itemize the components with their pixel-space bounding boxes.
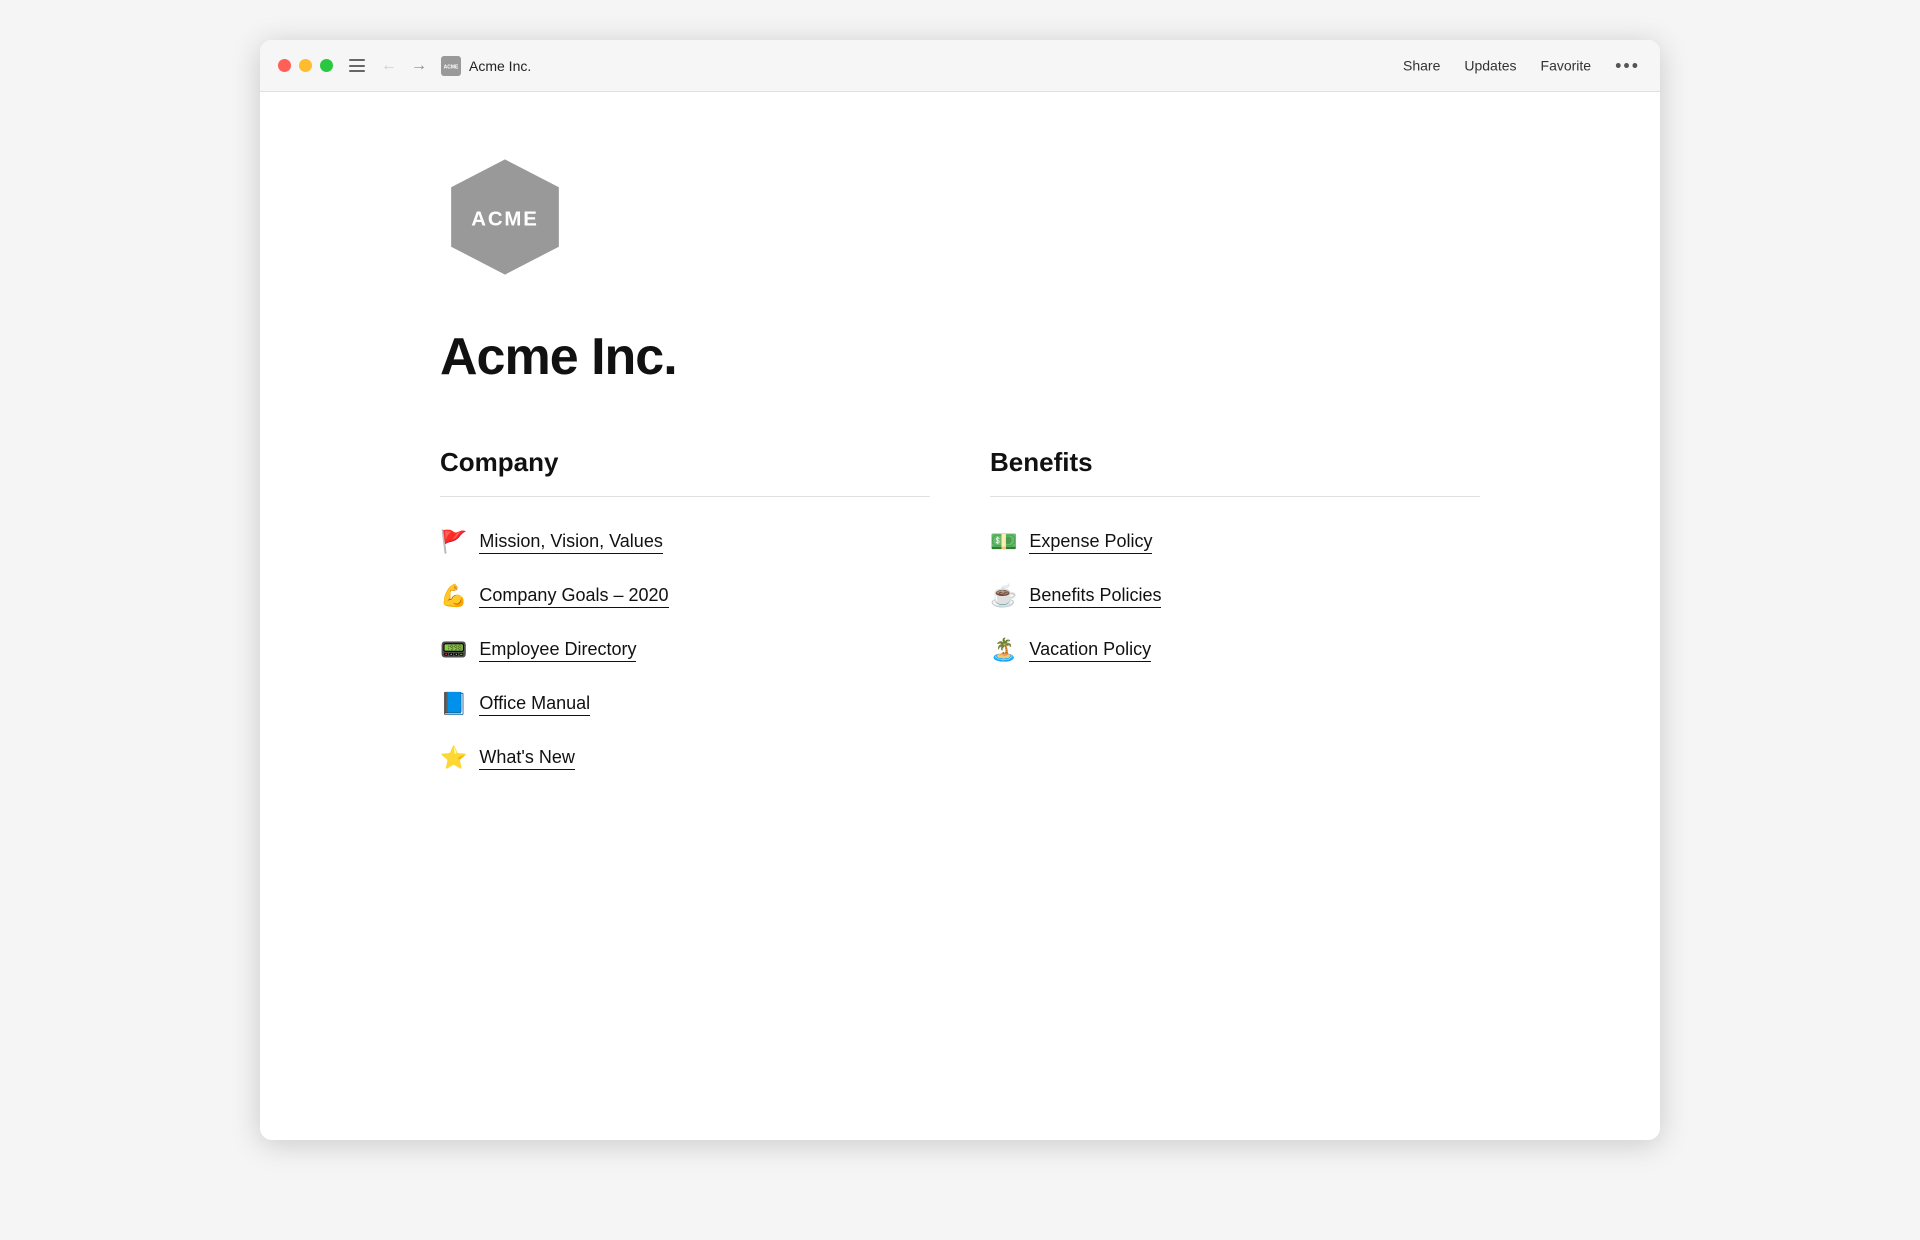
whatsnew-icon: ⭐ (440, 745, 467, 771)
company-link-list: 🚩 Mission, Vision, Values 💪 Company Goal… (440, 515, 930, 785)
whatsnew-link: What's New (479, 747, 574, 770)
list-item[interactable]: 💵 Expense Policy (990, 515, 1480, 569)
page-logo: ACME (440, 152, 1480, 287)
benefits-section-heading: Benefits (990, 447, 1480, 478)
minimize-button[interactable] (299, 59, 312, 72)
company-section: Company 🚩 Mission, Vision, Values 💪 Comp… (440, 447, 930, 785)
forward-button[interactable]: → (407, 56, 431, 76)
list-item[interactable]: ⭐ What's New (440, 731, 930, 785)
benefits-section: Benefits 💵 Expense Policy ☕ Benefits Pol… (990, 447, 1480, 785)
expense-link: Expense Policy (1029, 531, 1152, 554)
hamburger-line (349, 59, 365, 61)
benefits-icon: ☕ (990, 583, 1017, 609)
nav-arrows: ← → (377, 56, 431, 76)
hamburger-menu[interactable] (349, 59, 365, 72)
vacation-link: Vacation Policy (1029, 639, 1151, 662)
updates-button[interactable]: Updates (1464, 58, 1516, 74)
list-item[interactable]: 📟 Employee Directory (440, 623, 930, 677)
benefits-link-list: 💵 Expense Policy ☕ Benefits Policies 🏝️ … (990, 515, 1480, 677)
list-item[interactable]: 📘 Office Manual (440, 677, 930, 731)
goals-icon: 💪 (440, 583, 467, 609)
share-button[interactable]: Share (1403, 58, 1440, 74)
page-title: Acme Inc. (440, 327, 1480, 387)
back-button[interactable]: ← (377, 56, 401, 76)
company-section-heading: Company (440, 447, 930, 478)
favorite-button[interactable]: Favorite (1541, 58, 1592, 74)
mission-link: Mission, Vision, Values (479, 531, 662, 554)
maximize-button[interactable] (320, 59, 333, 72)
hamburger-line (349, 70, 365, 72)
list-item[interactable]: 🏝️ Vacation Policy (990, 623, 1480, 677)
list-item[interactable]: 💪 Company Goals – 2020 (440, 569, 930, 623)
directory-link: Employee Directory (479, 639, 636, 662)
goals-link: Company Goals – 2020 (479, 585, 668, 608)
titlebar-actions: Share Updates Favorite ••• (1403, 55, 1640, 76)
benefits-link: Benefits Policies (1029, 585, 1161, 608)
close-button[interactable] (278, 59, 291, 72)
sections-grid: Company 🚩 Mission, Vision, Values 💪 Comp… (440, 447, 1480, 785)
acme-logo: ACME (440, 152, 570, 282)
svg-text:ACME: ACME (444, 64, 459, 70)
company-divider (440, 496, 930, 497)
titlebar: ← → ACME Acme Inc. Share Updates Favorit… (260, 40, 1660, 92)
list-item[interactable]: ☕ Benefits Policies (990, 569, 1480, 623)
benefits-divider (990, 496, 1480, 497)
mission-icon: 🚩 (440, 529, 467, 555)
directory-icon: 📟 (440, 637, 467, 663)
favicon-icon: ACME (441, 56, 461, 76)
breadcrumb-title: Acme Inc. (469, 58, 531, 74)
expense-icon: 💵 (990, 529, 1017, 555)
more-button[interactable]: ••• (1615, 55, 1640, 76)
manual-link: Office Manual (479, 693, 590, 716)
vacation-icon: 🏝️ (990, 637, 1017, 663)
breadcrumb: ACME Acme Inc. (441, 56, 531, 76)
window-controls (278, 59, 333, 72)
list-item[interactable]: 🚩 Mission, Vision, Values (440, 515, 930, 569)
app-window: ← → ACME Acme Inc. Share Updates Favorit… (260, 40, 1660, 1140)
manual-icon: 📘 (440, 691, 467, 717)
page-content: ACME Acme Inc. Company 🚩 Mission, Vision… (260, 92, 1660, 1140)
svg-text:ACME: ACME (471, 208, 539, 230)
hamburger-line (349, 65, 365, 67)
